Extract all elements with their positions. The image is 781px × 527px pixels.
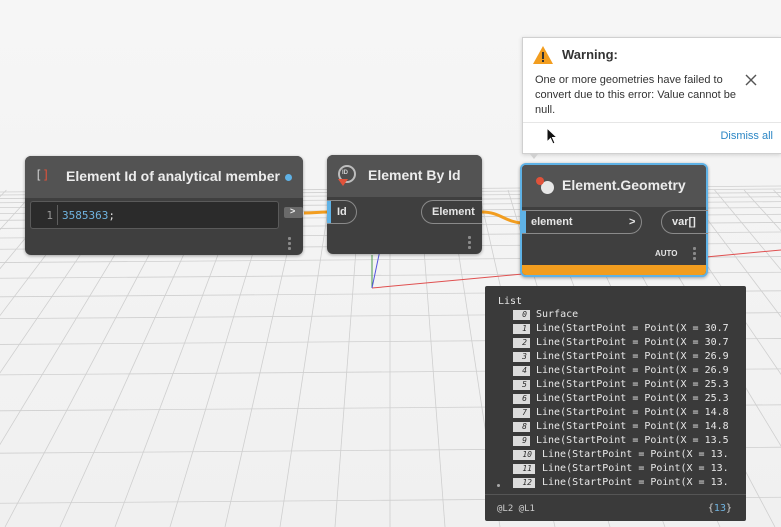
port-marker	[327, 201, 331, 223]
port-marker	[522, 211, 526, 233]
list-item: 7 Line(StartPoint = Point(X = 14.8	[485, 406, 746, 420]
input-port-element[interactable]: element >	[522, 210, 642, 234]
output-port-label: >	[290, 206, 296, 216]
lacing-label[interactable]: AUTO	[655, 249, 678, 258]
list-value: Line(StartPoint = Point(X = 30.7	[536, 337, 729, 348]
dismiss-all-link[interactable]: Dismiss all	[720, 130, 773, 142]
list-item: 5 Line(StartPoint = Point(X = 25.3	[485, 378, 746, 392]
list-value: Line(StartPoint = Point(X = 13.	[542, 463, 729, 474]
list-index: 12	[513, 478, 535, 488]
list-index: 0	[513, 310, 530, 320]
warning-title: Warning:	[562, 47, 618, 62]
node-header[interactable]: Element.Geometry	[522, 165, 706, 207]
list-item: 1 Line(StartPoint = Point(X = 30.7	[485, 322, 746, 336]
warning-pointer	[530, 154, 538, 159]
gutter-divider	[57, 205, 58, 225]
warning-popup: Warning: One or more geometries have fai…	[522, 37, 781, 154]
wire-element-to-geometry	[481, 210, 523, 225]
node-title: Element By Id	[368, 167, 461, 183]
list-value: Line(StartPoint = Point(X = 13.5	[536, 435, 729, 446]
code-suffix: ;	[108, 209, 115, 222]
line-number: 1	[46, 209, 53, 222]
list-header: List	[498, 296, 523, 307]
list-item: 9 Line(StartPoint = Point(X = 13.5	[485, 434, 746, 448]
list-item: 4 Line(StartPoint = Point(X = 26.9	[485, 364, 746, 378]
graph-canvas[interactable]: [] Element Id of analytical member 1 358…	[0, 0, 781, 527]
element-geometry-node[interactable]: Element.Geometry element > var[] AUTO	[520, 163, 708, 277]
code-value: 3585363	[62, 209, 109, 222]
list-index: 1	[513, 324, 530, 334]
list-value: Line(StartPoint = Point(X = 14.8	[536, 407, 729, 418]
input-port-label: element	[531, 216, 573, 228]
node-title: Element Id of analytical member	[66, 168, 280, 184]
list-index: 11	[513, 464, 535, 474]
output-port-var[interactable]: var[]	[661, 210, 708, 234]
list-value: Line(StartPoint = Point(X = 26.9	[536, 365, 729, 376]
scroll-indicator	[497, 484, 500, 487]
code-text[interactable]: 3585363;	[62, 209, 115, 222]
output-port-element[interactable]: Element	[421, 200, 482, 224]
status-dot	[285, 174, 292, 181]
item-count: {13}	[707, 503, 732, 514]
list-item: 8 Line(StartPoint = Point(X = 14.8	[485, 420, 746, 434]
preview-footer: @L2 @L1 {13}	[485, 494, 746, 521]
list-item: 11 Line(StartPoint = Point(X = 13.	[485, 462, 746, 476]
element-id-icon: ID	[338, 165, 356, 186]
warning-message: One or more geometries have failed to co…	[535, 74, 736, 116]
code-editor[interactable]: 1 3585363;	[30, 201, 279, 229]
output-port-label: var[]	[672, 216, 696, 228]
list-index: 4	[513, 366, 530, 376]
node-header[interactable]: ID Element By Id	[327, 155, 482, 197]
output-port-label: Element	[432, 206, 475, 218]
list-value: Line(StartPoint = Point(X = 13.	[542, 477, 729, 488]
element-by-id-node[interactable]: ID Element By Id Id Element	[327, 155, 482, 254]
list-value: Line(StartPoint = Point(X = 30.7	[536, 323, 729, 334]
list-index: 8	[513, 422, 530, 432]
code-block-icon: []	[35, 168, 50, 182]
list-item: 0 Surface	[485, 308, 746, 322]
list-index: 5	[513, 380, 530, 390]
input-port-id[interactable]: Id	[327, 200, 357, 224]
node-title: Element.Geometry	[562, 177, 686, 193]
input-port-label: Id	[337, 206, 347, 218]
geometry-icon	[536, 177, 554, 195]
list-item: 12 Line(StartPoint = Point(X = 13.	[485, 476, 746, 490]
chevron-right-icon: >	[629, 216, 636, 228]
mouse-cursor-icon	[546, 127, 559, 145]
list-value: Line(StartPoint = Point(X = 13.	[542, 449, 729, 460]
list-item: 2 Line(StartPoint = Point(X = 30.7	[485, 336, 746, 350]
node-menu-dots[interactable]	[468, 236, 471, 249]
data-preview-bubble[interactable]: List 0 Surface 1 Line(StartPoint = Point(X …	[485, 286, 746, 521]
list-index: 2	[513, 338, 530, 348]
warning-icon	[533, 46, 553, 64]
node-header[interactable]: [] Element Id of analytical member	[25, 156, 303, 198]
list-index: 6	[513, 394, 530, 404]
list-value: Line(StartPoint = Point(X = 14.8	[536, 421, 729, 432]
close-icon[interactable]	[744, 73, 758, 87]
list-value: Line(StartPoint = Point(X = 25.3	[536, 379, 729, 390]
warning-state-bar	[522, 265, 706, 275]
list-item: 3 Line(StartPoint = Point(X = 26.9	[485, 350, 746, 364]
list-index: 7	[513, 408, 530, 418]
code-block-node[interactable]: [] Element Id of analytical member 1 358…	[25, 156, 303, 255]
divider	[523, 122, 781, 123]
node-menu-dots[interactable]	[288, 237, 291, 250]
list-index: 3	[513, 352, 530, 362]
list-value: Surface	[536, 309, 579, 320]
node-menu-dots[interactable]	[693, 247, 696, 260]
list-index: 9	[513, 436, 530, 446]
list-item: 6 Line(StartPoint = Point(X = 25.3	[485, 392, 746, 406]
item-count-value: 13	[713, 503, 726, 514]
output-port[interactable]: >	[284, 206, 303, 218]
list-item: 10 Line(StartPoint = Point(X = 13.	[485, 448, 746, 462]
list-value: Line(StartPoint = Point(X = 25.3	[536, 393, 729, 404]
list-levels: @L2 @L1	[497, 504, 535, 514]
list-index: 10	[513, 450, 535, 460]
wire-code-to-id	[303, 210, 329, 215]
list-value: Line(StartPoint = Point(X = 26.9	[536, 351, 729, 362]
